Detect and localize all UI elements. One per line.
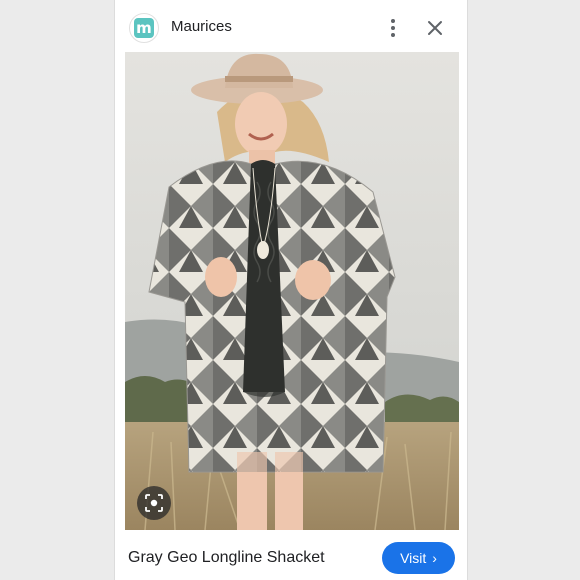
product-title: Gray Geo Longline Shacket [128, 549, 325, 566]
product-image[interactable] [125, 52, 459, 530]
card-header: m Maurices [115, 0, 469, 54]
left-background [0, 0, 114, 580]
brand-name[interactable]: Maurices [171, 18, 232, 35]
brand-logo-mark: m [134, 18, 154, 38]
close-icon[interactable] [423, 16, 447, 40]
visit-label: Visit [400, 550, 427, 566]
right-background [468, 0, 580, 580]
visit-button[interactable]: Visit › [382, 542, 455, 574]
brand-logo[interactable]: m [129, 13, 159, 43]
product-card: m Maurices Gray Geo Longline Shacket Vis… [114, 0, 468, 580]
chevron-right-icon: › [432, 550, 437, 566]
product-photo-illustration [125, 52, 459, 530]
lens-search-icon[interactable] [137, 486, 171, 520]
more-vert-icon[interactable] [383, 16, 403, 40]
